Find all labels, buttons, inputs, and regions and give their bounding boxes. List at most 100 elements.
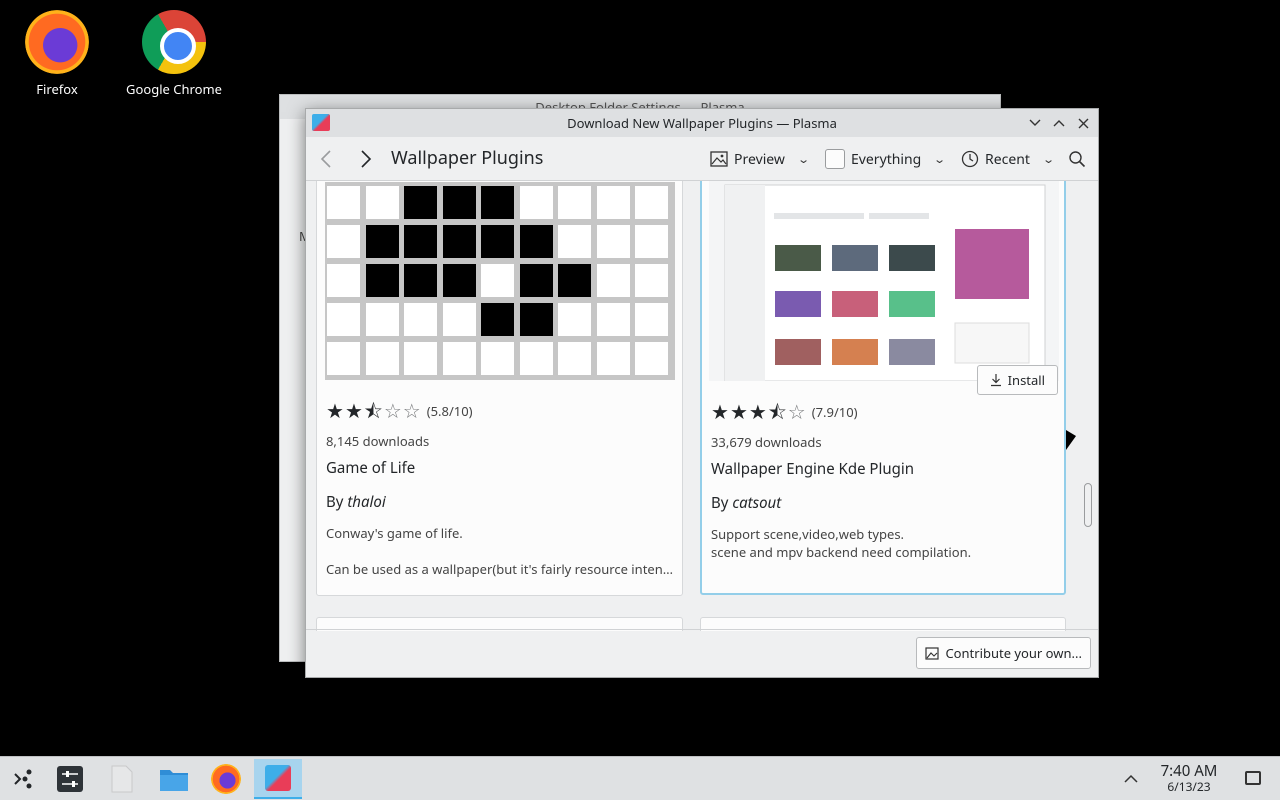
taskbar-file-manager[interactable] <box>150 759 198 799</box>
search-button[interactable] <box>1068 147 1086 171</box>
search-icon <box>1069 151 1086 168</box>
rating: ★ ★ ⯪ ☆ ☆ (5.8/10) <box>326 397 473 424</box>
grid-cell <box>442 225 476 258</box>
grid-cell <box>404 186 437 219</box>
toolbar: Wallpaper Plugins Preview ⌄ Everything ⌄… <box>306 137 1098 181</box>
maximize-button[interactable] <box>1052 116 1066 130</box>
grid-cell <box>519 225 553 258</box>
taskbar-plasma-download[interactable] <box>254 759 302 799</box>
image-icon <box>710 151 728 167</box>
star-full-icon: ★ <box>729 398 748 425</box>
taskbar-firefox[interactable] <box>202 759 250 799</box>
grid-cell <box>519 186 553 219</box>
forward-button[interactable] <box>360 147 372 174</box>
grid-cell <box>365 264 399 297</box>
contribute-button[interactable]: Contribute your own... <box>916 637 1091 669</box>
minimize-button[interactable] <box>1028 116 1042 130</box>
rating: ★ ★ ★ ⯪ ☆ (7.9/10) <box>711 398 858 425</box>
grid-cell <box>596 303 630 336</box>
wallpaper-engine-screenshot <box>709 181 1059 381</box>
plugin-name: Wallpaper Engine Kde Plugin <box>711 459 915 479</box>
grid-cell <box>481 186 514 219</box>
window-title: Download New Wallpaper Plugins — Plasma <box>567 114 837 132</box>
grid-cell <box>558 264 591 297</box>
plugin-description-line: Conway's game of life. <box>326 524 463 542</box>
desktop-icon-chrome[interactable]: Google Chrome <box>119 2 229 98</box>
application-launcher[interactable] <box>0 759 48 799</box>
plugin-author: By catsout <box>711 493 781 513</box>
sort-dropdown[interactable]: Recent ⌄ <box>961 147 1055 171</box>
star-empty-icon: ☆ <box>787 398 806 425</box>
star-half-icon: ⯪ <box>363 397 383 424</box>
grid-cell <box>327 342 360 375</box>
plugin-thumbnail[interactable] <box>325 181 675 380</box>
filter-checkbox[interactable] <box>825 149 845 169</box>
desktop-icon-firefox[interactable]: Firefox <box>2 2 112 98</box>
star-empty-icon: ☆ <box>383 397 402 424</box>
install-button[interactable]: Install <box>976 365 1058 395</box>
plugin-card-wallpaper-engine[interactable]: Install ★ ★ ★ ⯪ ☆ (7.9/10) 33,679 downlo… <box>700 181 1066 595</box>
show-desktop-button[interactable] <box>1245 771 1261 785</box>
star-empty-icon: ☆ <box>402 397 421 424</box>
back-button[interactable] <box>320 147 332 174</box>
grid-cell <box>404 303 437 336</box>
grid-cell <box>635 303 668 336</box>
view-mode-dropdown[interactable]: Preview ⌄ <box>710 147 810 171</box>
plugin-list[interactable]: ★ ★ ⯪ ☆ ☆ (5.8/10) 8,145 downloads Game … <box>306 181 1098 631</box>
plugin-name: Game of Life <box>326 458 416 478</box>
author-prefix: By <box>711 493 729 513</box>
filter-label: Everything <box>851 149 922 169</box>
grid-cell <box>327 303 360 336</box>
firefox-icon <box>25 10 89 74</box>
plugin-author: By thaloi <box>326 492 386 512</box>
chevron-down-icon: ⌄ <box>797 151 810 167</box>
plugin-thumbnail[interactable] <box>709 181 1059 381</box>
grid-cell <box>635 342 668 375</box>
chevron-down-icon: ⌄ <box>1042 151 1055 167</box>
folder-icon <box>160 770 188 791</box>
game-of-life-preview <box>325 182 675 380</box>
close-icon <box>1078 118 1088 128</box>
taskbar-system-settings[interactable] <box>46 759 94 799</box>
filter-dropdown[interactable]: Everything ⌄ <box>825 147 947 171</box>
author-prefix: By <box>326 492 344 512</box>
download-count: 8,145 downloads <box>326 432 430 450</box>
grid-cell <box>442 303 476 336</box>
grid-cell <box>481 225 514 258</box>
desktop-icon-label: Google Chrome <box>126 80 222 98</box>
clock-icon <box>961 150 979 168</box>
chevron-left-icon <box>320 150 331 168</box>
scrollbar-handle[interactable] <box>1084 483 1092 527</box>
clock-date: 6/13/23 <box>1167 778 1211 795</box>
rating-value: (7.9/10) <box>811 403 858 421</box>
grid-cell <box>442 342 476 375</box>
settings-icon <box>57 766 83 792</box>
digital-clock[interactable]: 7:40 AM 6/13/23 <box>1150 763 1228 794</box>
chevron-up-icon <box>1053 120 1065 127</box>
chevron-down-icon: ⌄ <box>933 151 947 167</box>
star-full-icon: ★ <box>711 398 729 425</box>
grid-cell <box>327 264 360 297</box>
taskbar-text-file[interactable] <box>98 759 146 799</box>
chevron-down-icon <box>1029 119 1041 126</box>
grid-cell <box>442 186 476 219</box>
system-tray-expand[interactable] <box>1124 769 1138 788</box>
close-button[interactable] <box>1076 116 1090 130</box>
grid-cell <box>635 264 668 297</box>
download-count: 33,679 downloads <box>711 433 822 451</box>
plugin-card-game-of-life[interactable]: ★ ★ ⯪ ☆ ☆ (5.8/10) 8,145 downloads Game … <box>316 181 683 596</box>
chrome-icon <box>142 10 206 74</box>
grid-cell <box>365 225 399 258</box>
author-name[interactable]: catsout <box>732 493 781 513</box>
grid-cell <box>365 303 399 336</box>
grid-cell <box>481 303 514 336</box>
page-title: Wallpaper Plugins <box>391 146 544 170</box>
plugin-description-line: Can be used as a wallpaper(but it's fair… <box>326 560 676 578</box>
title-bar[interactable]: Download New Wallpaper Plugins — Plasma <box>306 109 1098 137</box>
author-name[interactable]: thaloi <box>347 492 385 512</box>
contribute-label: Contribute your own... <box>945 644 1082 662</box>
grid-cell <box>481 264 514 297</box>
grid-cell <box>635 186 668 219</box>
chevron-up-icon <box>1124 774 1138 783</box>
grid-cell <box>519 303 553 336</box>
